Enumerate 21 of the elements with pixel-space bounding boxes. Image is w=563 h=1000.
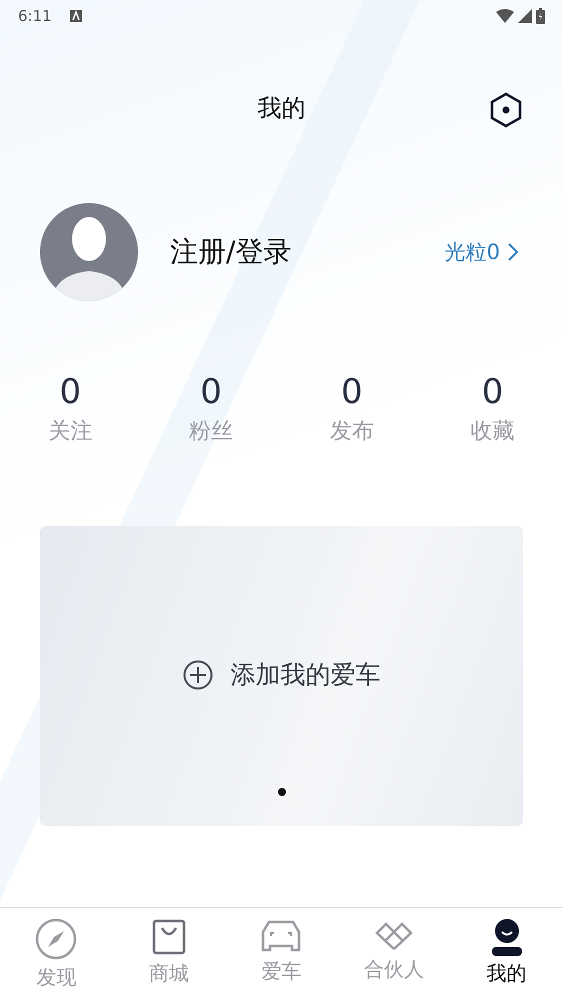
- plus-circle-icon: [182, 660, 212, 690]
- page-title: 我的: [258, 93, 306, 124]
- person-icon: [490, 918, 524, 956]
- stat-item[interactable]: 0 粉丝: [140, 372, 282, 446]
- chevron-right-icon: [508, 243, 518, 261]
- car-icon: [259, 918, 304, 954]
- battery-icon: [536, 8, 545, 24]
- stat-item[interactable]: 0 关注: [0, 372, 141, 446]
- stat-item[interactable]: 0 收藏: [422, 372, 563, 446]
- signal-icon: [518, 9, 532, 23]
- points-link[interactable]: 光粒0: [444, 238, 518, 266]
- login-link[interactable]: 注册/登录: [170, 233, 292, 271]
- compass-icon: [35, 918, 78, 960]
- add-car-button[interactable]: 添加我的爱车: [182, 658, 380, 691]
- stat-item[interactable]: 0 发布: [282, 372, 422, 446]
- settings-button[interactable]: [489, 92, 523, 128]
- shopping-bag-icon: [150, 918, 187, 956]
- wifi-icon: [496, 9, 514, 23]
- tab[interactable]: 我的: [450, 908, 563, 1000]
- status-time: 6:11: [18, 7, 52, 25]
- keyboard-icon: [70, 10, 82, 22]
